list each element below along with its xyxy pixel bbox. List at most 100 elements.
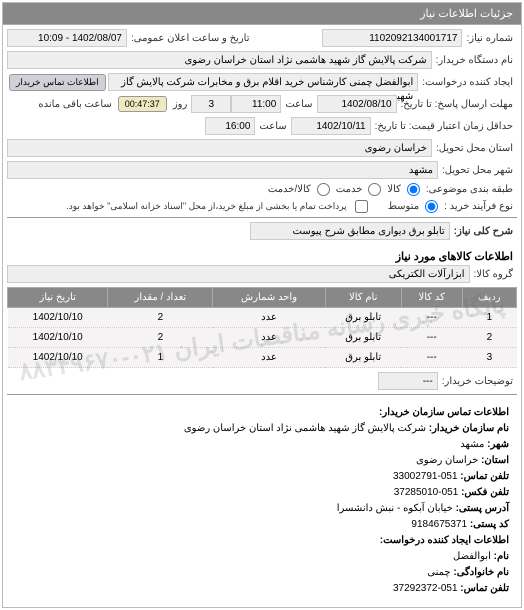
radio-service-label: خدمت <box>332 184 367 195</box>
buy-type-label: نوع فرآیند خرید : <box>440 201 517 212</box>
org-name-label: نام سازمان خریدار: <box>429 423 509 434</box>
reply-time-label: ساعت <box>281 99 316 110</box>
fax-value: 051-37285010 <box>394 487 459 498</box>
remaining-label: ساعت باقی مانده <box>34 99 115 110</box>
creator-phone-label: تلفن تماس: <box>460 583 509 594</box>
org-section-label: اطلاعات تماس سازمان خریدار: <box>379 407 509 418</box>
radio-both-label: کالا/خدمت <box>264 184 315 195</box>
city-value: مشهد <box>460 439 484 450</box>
postal-label: کد پستی: <box>470 519 509 530</box>
buyer-org-label: نام دستگاه خریدار: <box>432 55 517 66</box>
cell-qty: 2 <box>108 328 213 348</box>
delivery-province-field: خراسان رضوی <box>7 139 432 157</box>
radio-goods-label: کالا <box>383 184 405 195</box>
cell-code: --- <box>401 348 462 368</box>
announce-field: 1402/08/07 - 10:09 <box>7 29 127 47</box>
treasury-checkbox[interactable] <box>355 200 368 213</box>
cell-name: تابلو برق <box>325 308 401 328</box>
announce-label: تاریخ و ساعت اعلان عمومی: <box>127 33 254 44</box>
cell-date: 1402/10/10 <box>8 308 108 328</box>
cell-idx: 2 <box>462 328 516 348</box>
goods-table: ردیف کد کالا نام کالا واحد شمارش تعداد /… <box>7 287 517 368</box>
col-qty: تعداد / مقدار <box>108 288 213 308</box>
goods-group-field: ابزارآلات الکتریکی <box>7 265 470 283</box>
fname-value: ابوالفضل <box>453 551 491 562</box>
goods-table-wrap: ردیف کد کالا نام کالا واحد شمارش تعداد /… <box>7 287 517 390</box>
separator <box>7 217 517 218</box>
cell-qty: 2 <box>108 308 213 328</box>
overall-desc-label: شرح کلی نیاز: <box>450 226 517 237</box>
subject-class-label: طبقه بندی موضوعی: <box>422 184 517 195</box>
cell-code: --- <box>401 328 462 348</box>
fax-label: تلفن فکس: <box>461 487 509 498</box>
phone-label: تلفن تماس: <box>460 471 509 482</box>
requester-field: ابوالفضل چمنی کارشناس خرید اقلام برق و م… <box>108 73 419 91</box>
col-date: تاریخ نیاز <box>8 288 108 308</box>
lname-value: چمنی <box>427 567 450 578</box>
validity-date-field: 1402/10/11 <box>291 117 371 135</box>
panel-title: جزئیات اطلاعات نیاز <box>3 3 521 25</box>
table-row: 1 --- تابلو برق عدد 2 1402/10/10 <box>8 308 517 328</box>
address-value: خیابان آبکوه - نبش دانشسرا <box>337 503 453 514</box>
extend-days-field: 3 <box>191 95 231 113</box>
cell-name: تابلو برق <box>325 348 401 368</box>
validity-label: حداقل زمان اعتبار قیمت: تا تاریخ: <box>371 121 517 132</box>
cell-unit: عدد <box>213 308 325 328</box>
extend-days-label: روز <box>169 99 192 110</box>
goods-section-title: اطلاعات کالاهای مورد نیاز <box>7 244 517 265</box>
radio-medium[interactable] <box>425 200 438 213</box>
col-code: کد کالا <box>401 288 462 308</box>
cell-idx: 3 <box>462 348 516 368</box>
buyer-contact-button[interactable]: اطلاعات تماس خریدار <box>9 74 106 91</box>
table-row: 3 --- تابلو برق عدد 1 1402/10/10 <box>8 348 517 368</box>
buyer-notes-label: توضیحات خریدار: <box>438 376 517 387</box>
radio-service[interactable] <box>368 183 381 196</box>
radio-medium-label: متوسط <box>384 201 423 212</box>
delivery-city-label: شهر محل تحویل: <box>438 165 517 176</box>
lname-label: نام خانوادگی: <box>453 567 509 578</box>
col-unit: واحد شمارش <box>213 288 325 308</box>
postal-value: 9184675371 <box>411 519 467 530</box>
cell-qty: 1 <box>108 348 213 368</box>
requester-label: ایجاد کننده درخواست: <box>418 77 517 88</box>
buy-note: پرداخت تمام یا بخشی از مبلغ خرید،از محل … <box>62 201 350 212</box>
need-details-panel: جزئیات اطلاعات نیاز شماره نیاز: 11020921… <box>2 2 522 608</box>
creator-phone-value: 051-37292372 <box>393 583 458 594</box>
radio-both[interactable] <box>317 183 330 196</box>
city-label: شهر: <box>487 439 509 450</box>
org-name-value: شرکت پالایش گاز شهید هاشمی نژاد استان خر… <box>184 423 426 434</box>
need-no-label: شماره نیاز: <box>462 33 517 44</box>
reply-time-field: 11:00 <box>231 95 281 113</box>
delivery-city-field: مشهد <box>7 161 438 179</box>
separator <box>7 394 517 395</box>
goods-group-label: گروه کالا: <box>470 269 517 280</box>
reply-date-field: 1402/08/10 <box>317 95 397 113</box>
col-name: نام کالا <box>325 288 401 308</box>
reply-deadline-label: مهلت ارسال پاسخ: تا تاریخ: <box>397 99 517 110</box>
delivery-province-label: استان محل تحویل: <box>432 143 517 154</box>
cell-unit: عدد <box>213 348 325 368</box>
radio-goods[interactable] <box>407 183 420 196</box>
buyer-org-field: شرکت پالایش گاز شهید هاشمی نژاد استان خر… <box>7 51 432 69</box>
province-label: استان: <box>481 455 509 466</box>
need-no-field: 1102092134001717 <box>322 29 462 47</box>
validity-time-field: 16:00 <box>205 117 255 135</box>
remaining-time-button[interactable]: 00:47:37 <box>118 96 167 112</box>
contact-block: اطلاعات تماس سازمان خریدار: نام سازمان خ… <box>7 399 517 603</box>
col-row: ردیف <box>462 288 516 308</box>
cell-unit: عدد <box>213 328 325 348</box>
phone-value: 051-33002791 <box>393 471 458 482</box>
cell-code: --- <box>401 308 462 328</box>
fname-label: نام: <box>494 551 509 562</box>
creator-section-label: اطلاعات ایجاد کننده درخواست: <box>380 535 509 546</box>
cell-idx: 1 <box>462 308 516 328</box>
table-row: 2 --- تابلو برق عدد 2 1402/10/10 <box>8 328 517 348</box>
address-label: آدرس پستی: <box>456 503 509 514</box>
overall-desc-field: تابلو برق دیواری مطابق شرح پیوست <box>250 222 450 240</box>
province-value: خراسان رضوی <box>416 455 478 466</box>
validity-time-label: ساعت <box>255 121 290 132</box>
panel-body: شماره نیاز: 1102092134001717 تاریخ و ساع… <box>3 25 521 607</box>
cell-name: تابلو برق <box>325 328 401 348</box>
buyer-notes-field: --- <box>378 372 438 390</box>
cell-date: 1402/10/10 <box>8 328 108 348</box>
